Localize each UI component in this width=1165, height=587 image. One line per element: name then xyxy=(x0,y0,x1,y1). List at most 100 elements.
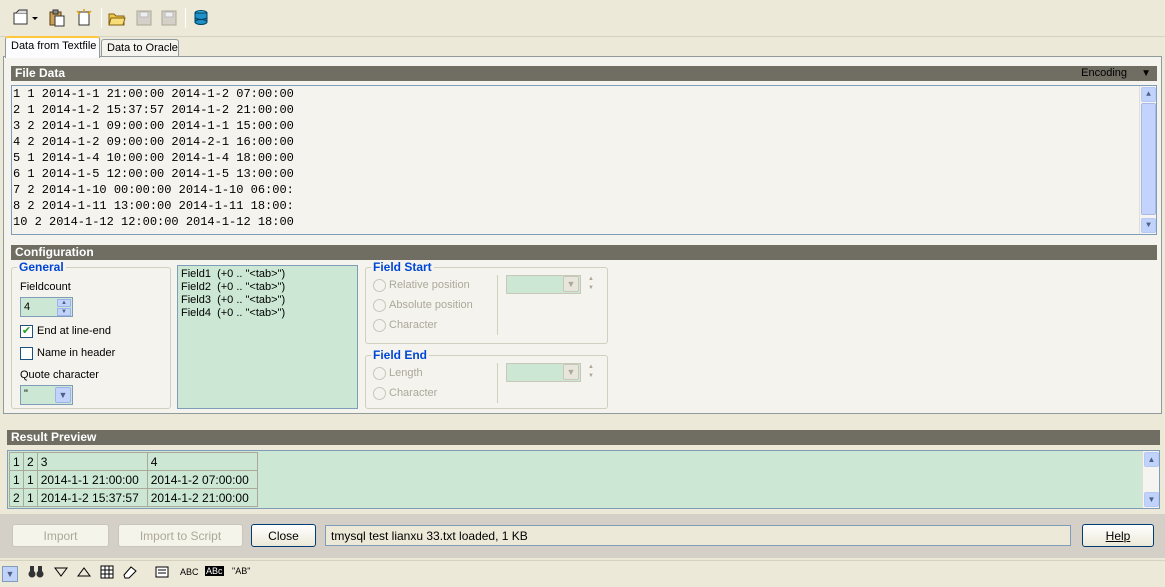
tab-data-from-textfile[interactable]: Data from Textfile xyxy=(5,36,100,58)
triangle-up-icon[interactable] xyxy=(77,565,91,582)
clear-icon[interactable] xyxy=(74,8,94,28)
absolute-position-radio[interactable] xyxy=(373,299,386,312)
triangle-down-icon[interactable] xyxy=(54,565,68,582)
chevron-down-icon[interactable]: ▼ xyxy=(563,276,579,292)
button-label: Close xyxy=(268,528,299,543)
column-header[interactable]: 2 xyxy=(23,452,38,471)
group-legend: Field Start xyxy=(373,260,432,274)
name-in-header-label: Name in header xyxy=(37,347,116,359)
status-text: tmysql test lianxu 33.txt loaded, 1 KB xyxy=(331,529,528,543)
encoding-dropdown[interactable]: Encoding xyxy=(1081,66,1127,81)
save-icon xyxy=(134,8,154,28)
table-row[interactable]: 1 1 2014-1-1 21:00:00 2014-1-2 07:00:00 xyxy=(9,470,258,489)
group-legend: Field End xyxy=(373,348,427,362)
scroll-up-icon[interactable]: ▲ xyxy=(1141,87,1156,102)
table-cell: 2014-1-1 21:00:00 xyxy=(36,470,148,489)
chevron-down-icon[interactable]: ▼ xyxy=(55,387,71,403)
mixed-case-icon[interactable]: ABc xyxy=(205,566,224,576)
save-as-icon xyxy=(159,8,179,28)
name-in-header-checkbox[interactable] xyxy=(20,347,33,360)
start-character-radio[interactable] xyxy=(373,319,386,332)
field-list-item[interactable]: Field1 (+0 .. "<tab>") xyxy=(181,268,354,281)
configuration-header: Configuration xyxy=(11,245,1157,260)
table-cell: 2014-1-2 07:00:00 xyxy=(146,470,258,489)
tab-panel: File Data Encoding ▼ 1 1 2014-1-1 21:00:… xyxy=(3,56,1162,414)
field-end-spinner[interactable]: ▲ ▼ xyxy=(584,363,598,382)
help-button[interactable]: Help xyxy=(1082,524,1154,547)
file-data-line: 8 2 2014-1-11 13:00:00 2014-1-11 18:00: xyxy=(13,199,294,213)
chevron-down-icon[interactable]: ▼ xyxy=(1141,66,1151,81)
table-cell: 1 xyxy=(9,470,24,489)
table-cell: 2014-1-2 15:37:57 xyxy=(36,488,148,507)
file-data-scrollbar[interactable]: ▲ ▼ xyxy=(1139,86,1156,234)
button-label: Import to Script xyxy=(139,528,222,543)
field-list-item[interactable]: Field4 (+0 .. "<tab>") xyxy=(181,307,354,320)
length-radio[interactable] xyxy=(373,367,386,380)
column-header[interactable]: 4 xyxy=(146,452,258,471)
end-at-line-end-checkbox[interactable]: ✔ xyxy=(20,325,33,338)
table-cell: 1 xyxy=(23,488,38,507)
field-list-item[interactable]: Field2 (+0 .. "<tab>") xyxy=(181,281,354,294)
scroll-down-icon[interactable]: ▼ xyxy=(1144,492,1159,507)
open-folder-icon[interactable] xyxy=(107,8,127,28)
absolute-position-label: Absolute position xyxy=(389,299,473,311)
chevron-down-icon[interactable]: ▼ xyxy=(563,364,579,380)
form-icon[interactable] xyxy=(155,565,169,582)
field-end-value-select[interactable]: ▼ xyxy=(506,363,581,382)
new-dropdown-icon[interactable] xyxy=(10,8,40,28)
fieldcount-stepper[interactable]: 4 ▲ ▼ xyxy=(20,297,73,317)
paste-icon[interactable] xyxy=(47,8,67,28)
spin-up-icon[interactable]: ▲ xyxy=(57,299,71,307)
table-row[interactable]: 2 1 2014-1-2 15:37:57 2014-1-2 21:00:00 xyxy=(9,488,258,507)
close-button[interactable]: Close xyxy=(251,524,316,547)
import-button[interactable]: Import xyxy=(12,524,109,547)
section-title: Configuration xyxy=(15,245,94,259)
relative-position-radio[interactable] xyxy=(373,279,386,292)
eraser-icon[interactable] xyxy=(122,565,138,582)
bottom-toolbar: ▼ ABC ABc "AB" xyxy=(0,560,1165,587)
file-data-textarea[interactable]: 1 1 2014-1-1 21:00:00 2014-1-2 07:00:00 2… xyxy=(11,85,1157,235)
button-label: Help xyxy=(1105,528,1131,543)
scroll-thumb[interactable] xyxy=(1141,103,1156,215)
grid-icon[interactable] xyxy=(100,565,114,582)
file-data-line: 1 1 2014-1-1 21:00:00 2014-1-2 07:00:00 xyxy=(13,87,294,101)
scroll-down-icon[interactable]: ▼ xyxy=(1141,218,1156,233)
file-data-line: 3 2 2014-1-1 09:00:00 2014-1-1 15:00:00 xyxy=(13,119,294,133)
end-character-label: Character xyxy=(389,387,438,399)
result-table: 1 2 3 4 1 1 2014-1-1 21:00:00 2014-1-2 07:00:00… xyxy=(9,452,258,507)
fields-list[interactable]: Field1 (+0 .. "<tab>") Field2 (+0 .. "<ta… xyxy=(177,265,358,409)
table-cell: 1 xyxy=(23,470,38,489)
column-header[interactable]: 1 xyxy=(9,452,24,471)
field-start-value-select[interactable]: ▼ xyxy=(506,275,581,294)
result-preview-grid[interactable]: 1 2 3 4 1 1 2014-1-1 21:00:00 2014-1-2 07:00:00… xyxy=(7,450,1160,509)
file-data-line: 2 1 2014-1-2 15:37:57 2014-1-2 21:00:00 xyxy=(13,103,294,117)
file-data-line: 10 2 2014-1-12 12:00:00 2014-1-12 18:00 xyxy=(13,215,294,229)
file-data-line: 4 2 2014-1-2 09:00:00 2014-2-1 16:00:00 xyxy=(13,135,294,149)
divider xyxy=(497,275,498,335)
spin-down-icon[interactable]: ▼ xyxy=(57,308,71,316)
import-to-script-button[interactable]: Import to Script xyxy=(118,524,243,547)
result-scrollbar[interactable]: ▲ ▼ xyxy=(1142,451,1159,508)
quote-character-select[interactable]: " ▼ xyxy=(20,385,73,405)
quote-character-value: " xyxy=(24,388,28,400)
file-data-line: 5 1 2014-1-4 10:00:00 2014-1-4 18:00:00 xyxy=(13,151,294,165)
file-data-header: File Data Encoding ▼ xyxy=(11,66,1157,81)
uppercase-icon[interactable]: ABC xyxy=(180,567,199,577)
status-field: tmysql test lianxu 33.txt loaded, 1 KB xyxy=(325,525,1071,546)
length-label: Length xyxy=(389,367,423,379)
field-start-spinner[interactable]: ▲ ▼ xyxy=(584,275,598,294)
tab-label: Data to Oracle xyxy=(107,42,178,54)
fieldcount-value: 4 xyxy=(24,301,31,313)
database-icon[interactable] xyxy=(191,8,211,28)
scroll-up-icon[interactable]: ▲ xyxy=(1144,452,1159,467)
quote-character-label: Quote character xyxy=(20,369,99,381)
field-list-item[interactable]: Field3 (+0 .. "<tab>") xyxy=(181,294,354,307)
column-header[interactable]: 3 xyxy=(36,452,148,471)
binoculars-icon[interactable] xyxy=(28,565,44,582)
main-toolbar xyxy=(0,0,1165,37)
chevron-down-icon[interactable]: ▼ xyxy=(2,566,18,582)
end-character-radio[interactable] xyxy=(373,387,386,400)
start-character-label: Character xyxy=(389,319,438,331)
button-label: Import xyxy=(43,528,78,543)
quote-text-icon[interactable]: "AB" xyxy=(232,566,250,576)
